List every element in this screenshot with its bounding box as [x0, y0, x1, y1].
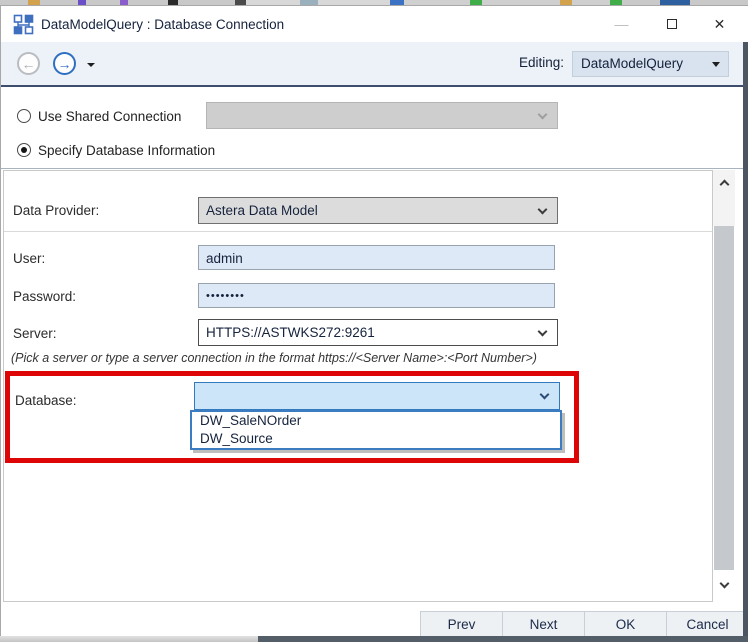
- chevron-down-icon: [719, 579, 729, 589]
- scrollbar-track[interactable]: [713, 196, 735, 226]
- user-value: admin: [206, 246, 243, 271]
- data-provider-dropdown[interactable]: Astera Data Model: [198, 197, 558, 224]
- database-label: Database:: [15, 393, 77, 408]
- maximize-button[interactable]: [649, 6, 694, 43]
- database-connection-dialog: DataModelQuery : Database Connection — ✕…: [0, 0, 748, 642]
- server-dropdown[interactable]: HTTPS://ASTWKS272:9261: [198, 319, 558, 346]
- forward-button[interactable]: →: [53, 52, 76, 75]
- data-model-icon: [13, 14, 34, 35]
- server-value: HTTPS://ASTWKS272:9261: [206, 320, 375, 345]
- toolbar: ← → Editing: DataModelQuery: [0, 42, 748, 87]
- prev-button[interactable]: Prev: [421, 612, 502, 637]
- chevron-down-icon: [538, 327, 548, 337]
- chevron-up-icon: [719, 180, 729, 190]
- next-button[interactable]: Next: [502, 612, 584, 637]
- use-shared-connection-radio[interactable]: [17, 109, 31, 123]
- back-button[interactable]: ←: [17, 52, 40, 75]
- forward-arrow-icon: →: [58, 56, 72, 72]
- chevron-down-icon: [538, 110, 548, 120]
- specify-database-information-label: Specify Database Information: [38, 143, 215, 158]
- window-title: DataModelQuery : Database Connection: [41, 6, 284, 43]
- database-option[interactable]: DW_Source: [192, 430, 560, 448]
- password-masked-value: ••••••••: [206, 284, 245, 308]
- scrollbar-thumb[interactable]: [714, 226, 734, 570]
- use-shared-connection-label: Use Shared Connection: [38, 109, 181, 124]
- window-left-border: [0, 5, 1, 636]
- connection-mode-section: Use Shared Connection Specify Database I…: [0, 89, 748, 169]
- database-option[interactable]: DW_SaleNOrder: [192, 412, 560, 430]
- user-input[interactable]: admin: [198, 245, 555, 270]
- shared-connection-dropdown: [206, 102, 558, 129]
- user-label: User:: [13, 251, 45, 266]
- minimize-button[interactable]: —: [599, 6, 644, 43]
- desktop-background-bottom-edge: [258, 636, 748, 642]
- back-arrow-icon: ←: [22, 56, 36, 72]
- title-bar: DataModelQuery : Database Connection — ✕: [0, 5, 748, 42]
- chevron-down-icon: [712, 62, 720, 67]
- editing-target-dropdown[interactable]: DataModelQuery: [572, 51, 729, 77]
- vertical-scrollbar[interactable]: [713, 170, 735, 602]
- ok-button[interactable]: OK: [584, 612, 666, 637]
- forward-dropdown-caret-icon[interactable]: [87, 63, 95, 67]
- close-button[interactable]: ✕: [697, 6, 742, 43]
- database-options-list: DW_SaleNOrder DW_Source: [190, 410, 562, 450]
- database-dropdown[interactable]: [194, 382, 560, 410]
- maximize-icon: [667, 19, 677, 29]
- editing-target-value: DataModelQuery: [581, 52, 683, 76]
- scroll-down-button[interactable]: [713, 574, 735, 598]
- window-bottom-edge: [0, 636, 258, 642]
- database-form-panel: Data Provider: Astera Data Model User: a…: [3, 170, 713, 602]
- footer-button-bar: Prev Next OK Cancel: [420, 611, 748, 637]
- data-provider-label: Data Provider:: [13, 203, 99, 218]
- password-label: Password:: [13, 289, 76, 304]
- separator: [4, 231, 712, 232]
- password-input[interactable]: ••••••••: [198, 283, 555, 308]
- cancel-button[interactable]: Cancel: [666, 612, 748, 637]
- chevron-down-icon: [540, 390, 550, 400]
- desktop-background-right-edge: [743, 42, 748, 636]
- chevron-down-icon: [538, 205, 548, 215]
- editing-label: Editing:: [519, 55, 564, 70]
- data-provider-value: Astera Data Model: [206, 198, 318, 223]
- server-format-hint: (Pick a server or type a server connecti…: [11, 351, 537, 365]
- scroll-up-button[interactable]: [713, 170, 735, 196]
- specify-database-information-radio[interactable]: [17, 143, 31, 157]
- server-label: Server:: [13, 326, 57, 341]
